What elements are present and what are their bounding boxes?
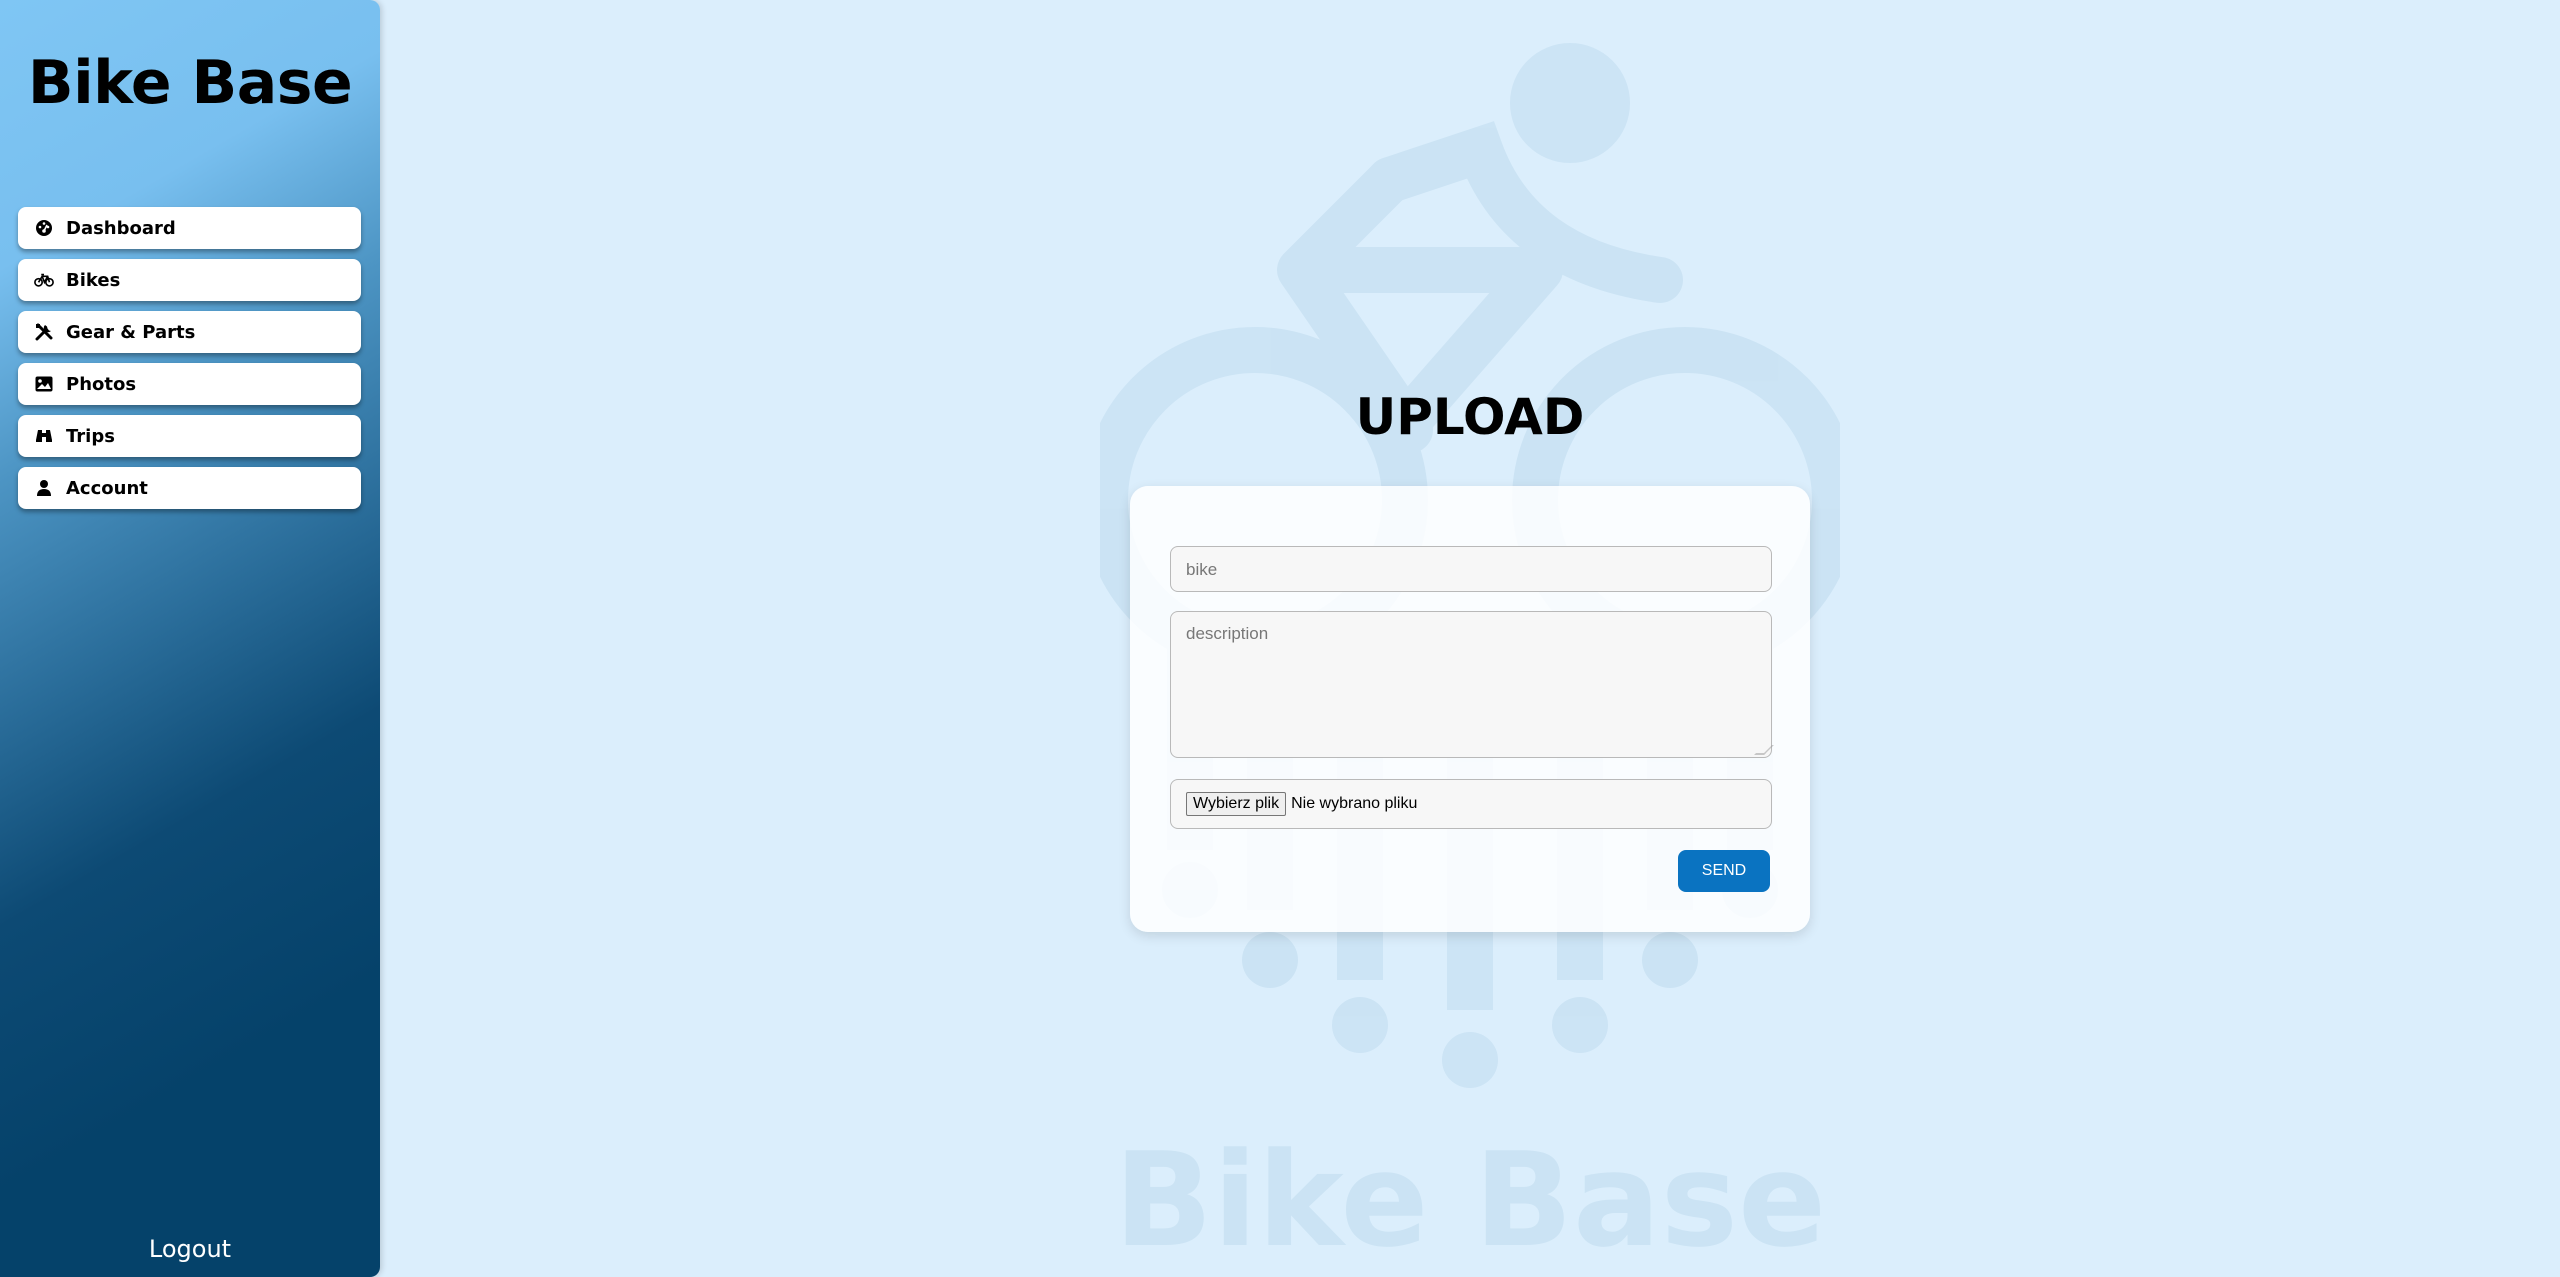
watermark-text: Bike Base: [1114, 1124, 1826, 1276]
logout-link[interactable]: Logout: [0, 1235, 380, 1263]
resize-handle-icon[interactable]: [1754, 745, 1774, 755]
sidebar-item-dashboard[interactable]: Dashboard: [18, 207, 361, 249]
sidebar-item-gear-parts[interactable]: Gear & Parts: [18, 311, 361, 353]
app-root: Bike Base Dashboard Bikes Gear & Parts P…: [0, 0, 2560, 1277]
sidebar-item-label: Photos: [66, 373, 137, 395]
sidebar: Bike Base Dashboard Bikes Gear & Parts P…: [0, 0, 380, 1277]
sidebar-item-bikes[interactable]: Bikes: [18, 259, 361, 301]
sidebar-item-label: Account: [66, 477, 148, 499]
bike-input[interactable]: bike: [1170, 546, 1772, 592]
description-placeholder: description: [1186, 624, 1269, 643]
sidebar-item-account[interactable]: Account: [18, 467, 361, 509]
page-title: UPLOAD: [1355, 388, 1585, 446]
send-button[interactable]: SEND: [1678, 850, 1770, 892]
brand-title: Bike Base: [27, 48, 353, 118]
binoculars-icon: [34, 426, 54, 446]
file-input: Wybierz plik Nie wybrano pliku: [1170, 779, 1772, 829]
dashboard-gauge-icon: [34, 218, 54, 238]
sidebar-item-label: Dashboard: [66, 217, 176, 239]
tools-icon: [34, 322, 54, 342]
sidebar-item-label: Trips: [66, 425, 115, 447]
sidebar-item-label: Gear & Parts: [66, 321, 196, 343]
bicycle-icon: [34, 270, 54, 290]
sidebar-item-label: Bikes: [66, 269, 121, 291]
user-icon: [34, 478, 54, 498]
description-textarea[interactable]: description: [1170, 611, 1774, 758]
sidebar-item-photos[interactable]: Photos: [18, 363, 361, 405]
file-status-text: Nie wybrano pliku: [1291, 795, 1418, 812]
sidebar-item-trips[interactable]: Trips: [18, 415, 361, 457]
image-icon: [34, 374, 54, 394]
sidebar-nav: Dashboard Bikes Gear & Parts Photos Trip…: [18, 207, 361, 519]
upload-form-card: bike description Wybierz plik Nie wybran…: [1130, 486, 1810, 932]
choose-file-button[interactable]: Wybierz plik: [1186, 792, 1287, 816]
